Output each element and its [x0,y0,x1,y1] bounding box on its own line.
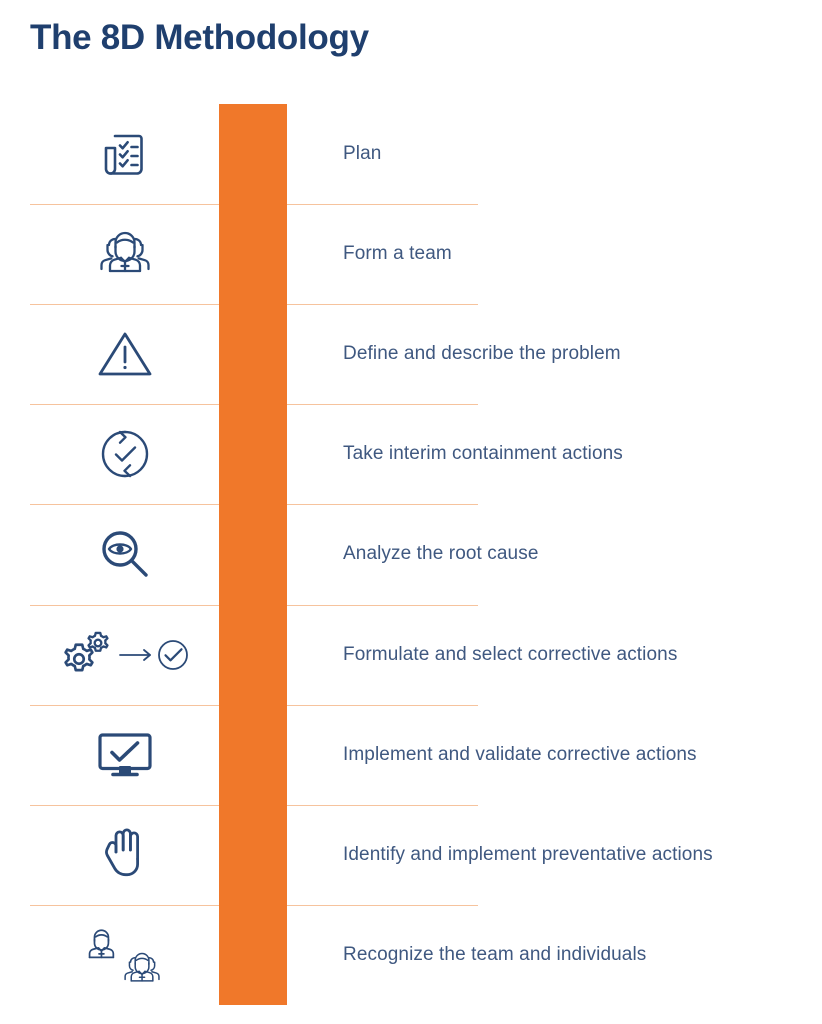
checklist-document-icon [30,104,219,204]
step-row: 4 Analyze the root cause [0,504,822,604]
team-group-icon [30,204,219,304]
step-label: Implement and validate corrective action… [343,743,697,765]
step-list: 0 Plan [0,104,822,1005]
step-row: 2 Define and describe the problem [0,304,822,404]
step-number-column [219,104,287,1005]
step-label: Define and describe the problem [343,343,621,365]
step-label: Analyze the root cause [343,543,539,565]
step-row: 5 Formulate and select corrective action… [0,604,822,705]
step-label: Recognize the team and individuals [343,943,647,965]
step-row: 8 Recognize the team and individuals [0,904,822,1005]
warning-triangle-icon [30,304,219,404]
step-row: 7 Identify and implement preventative ac… [0,804,822,905]
magnifier-eye-icon [30,504,219,604]
step-label: Plan [343,143,382,165]
raised-hand-icon [30,805,219,905]
monitor-check-icon [30,705,219,805]
page-title: The 8D Methodology [30,18,369,57]
step-label: Identify and implement preventative acti… [343,843,713,865]
step-row: 3 Take interim containment actions [0,404,822,504]
person-and-group-icon [30,905,219,1005]
infographic-page: The 8D Methodology 0 Plan [0,0,822,1024]
circular-arrows-check-icon [30,404,219,504]
step-row: 1 Form a team [0,204,822,304]
gears-arrow-check-icon [30,605,219,705]
step-row: 0 Plan [0,104,822,204]
step-row: 6 Implement and validate corrective acti… [0,704,822,805]
step-label: Form a team [343,243,452,265]
step-label: Take interim containment actions [343,443,623,465]
step-label: Formulate and select corrective actions [343,643,678,665]
